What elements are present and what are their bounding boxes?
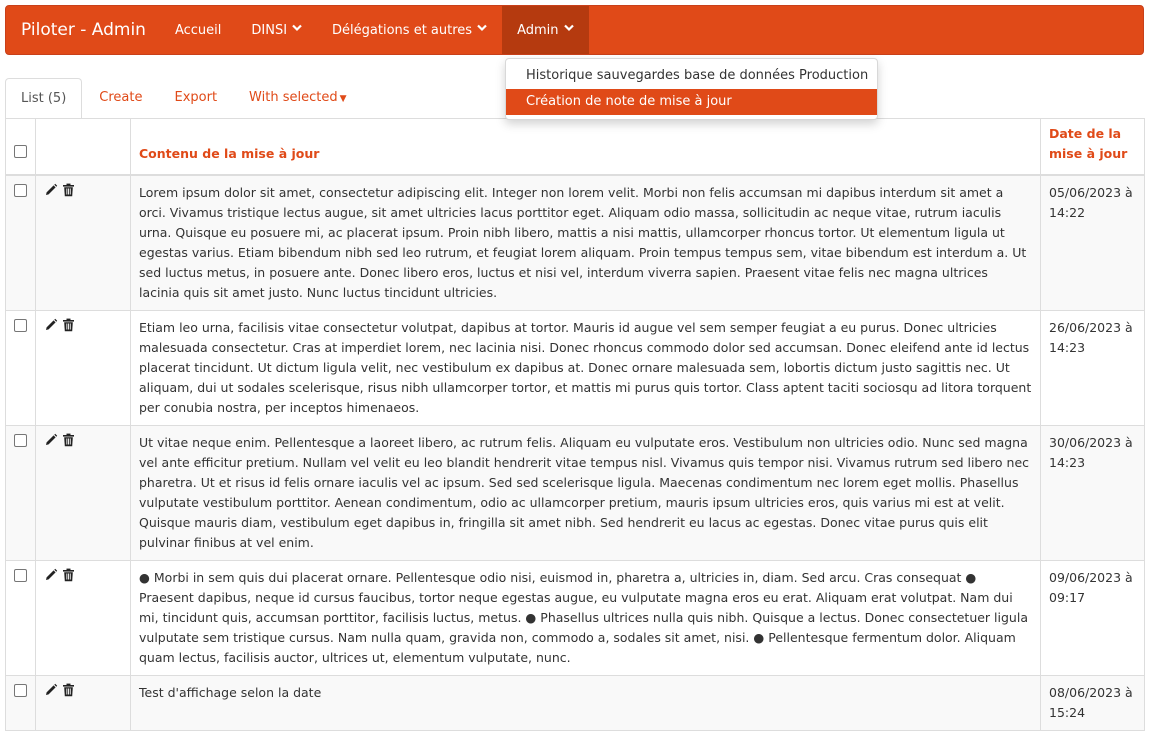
row-date-time: 14:23 bbox=[1049, 339, 1086, 355]
table-row: Lorem ipsum dolor sit amet, consectetur … bbox=[5, 174, 1145, 311]
row-select-cell bbox=[5, 674, 36, 731]
row-content: Etiam leo urna, facilisis vitae consecte… bbox=[130, 309, 1041, 426]
pencil-icon[interactable] bbox=[44, 683, 58, 703]
row-content: Lorem ipsum dolor sit amet, consectetur … bbox=[130, 174, 1041, 311]
row-date-day: 09/06/2023 à bbox=[1049, 569, 1133, 585]
menu-item-historique-sauvegardes[interactable]: Historique sauvegardes base de données P… bbox=[506, 63, 877, 89]
nav-dinsi[interactable]: DINSI bbox=[236, 6, 317, 54]
pencil-icon[interactable] bbox=[44, 433, 58, 453]
select-all-cell bbox=[5, 118, 36, 176]
row-date-day: 26/06/2023 à bbox=[1049, 319, 1133, 335]
row-actions bbox=[35, 559, 131, 676]
tab-export[interactable]: Export bbox=[159, 78, 232, 118]
tab-with-selected[interactable]: With selected ▼ bbox=[234, 78, 361, 118]
menu-item-creation-note[interactable]: Création de note de mise à jour bbox=[506, 89, 877, 115]
pencil-icon[interactable] bbox=[44, 568, 58, 588]
nav-accueil[interactable]: Accueil bbox=[160, 6, 236, 54]
nav-delegations-label: Délégations et autres bbox=[332, 22, 473, 38]
row-date-day: 30/06/2023 à bbox=[1049, 434, 1133, 450]
table-header-row: Contenu de la mise à jour Date de la mis… bbox=[5, 118, 1145, 176]
chevron-down-icon bbox=[563, 24, 574, 35]
table-row: Ut vitae neque enim. Pellentesque a laor… bbox=[5, 424, 1145, 561]
date-header-line2: mise à jour bbox=[1049, 145, 1128, 161]
table-row: ● Morbi in sem quis dui placerat ornare.… bbox=[5, 559, 1145, 676]
nav-dinsi-label: DINSI bbox=[251, 22, 288, 38]
pencil-icon[interactable] bbox=[44, 183, 58, 203]
trash-icon[interactable] bbox=[62, 433, 75, 453]
nav-accueil-label: Accueil bbox=[174, 22, 222, 38]
actions-header bbox=[35, 118, 131, 176]
admin-dropdown-menu: Historique sauvegardes base de données P… bbox=[505, 58, 878, 120]
select-all-checkbox[interactable] bbox=[14, 144, 27, 158]
row-actions bbox=[35, 174, 131, 311]
row-content: Test d'affichage selon la date bbox=[130, 674, 1041, 731]
row-select-cell bbox=[5, 424, 36, 561]
row-checkbox[interactable] bbox=[14, 683, 27, 697]
row-date-time: 09:17 bbox=[1049, 589, 1086, 605]
row-date-day: 08/06/2023 à bbox=[1049, 684, 1133, 700]
pencil-icon[interactable] bbox=[44, 318, 58, 338]
trash-icon[interactable] bbox=[62, 683, 75, 703]
row-actions bbox=[35, 424, 131, 561]
tab-create[interactable]: Create bbox=[84, 78, 157, 118]
trash-icon[interactable] bbox=[62, 183, 75, 203]
nav-admin[interactable]: Admin bbox=[502, 6, 589, 54]
row-checkbox[interactable] bbox=[14, 183, 27, 197]
row-date-time: 14:23 bbox=[1049, 454, 1086, 470]
row-date: 30/06/2023 à 14:23 bbox=[1040, 424, 1145, 561]
row-content: ● Morbi in sem quis dui placerat ornare.… bbox=[130, 559, 1041, 676]
chevron-down-icon bbox=[477, 24, 487, 35]
row-checkbox[interactable] bbox=[14, 568, 27, 582]
nav-delegations[interactable]: Délégations et autres bbox=[317, 6, 502, 54]
row-date-day: 05/06/2023 à bbox=[1049, 184, 1133, 200]
brand-title[interactable]: Piloter - Admin bbox=[6, 6, 160, 54]
table-row: Test d'affichage selon la date 08/06/202… bbox=[5, 674, 1145, 731]
row-checkbox[interactable] bbox=[14, 318, 27, 332]
updates-table: Contenu de la mise à jour Date de la mis… bbox=[5, 118, 1145, 731]
nav-admin-label: Admin bbox=[517, 22, 559, 38]
row-date: 26/06/2023 à 14:23 bbox=[1040, 309, 1145, 426]
tab-with-selected-label: With selected bbox=[249, 90, 338, 105]
table-row: Etiam leo urna, facilisis vitae consecte… bbox=[5, 309, 1145, 426]
top-navbar: Piloter - Admin Accueil DINSI Délégation… bbox=[5, 5, 1144, 55]
row-date-time: 14:22 bbox=[1049, 204, 1086, 220]
row-date: 05/06/2023 à 14:22 bbox=[1040, 174, 1145, 311]
row-select-cell bbox=[5, 174, 36, 311]
row-date: 09/06/2023 à 09:17 bbox=[1040, 559, 1145, 676]
row-select-cell bbox=[5, 309, 36, 426]
content-header[interactable]: Contenu de la mise à jour bbox=[130, 118, 1041, 176]
row-date: 08/06/2023 à 15:24 bbox=[1040, 674, 1145, 731]
row-actions bbox=[35, 309, 131, 426]
date-header[interactable]: Date de la mise à jour bbox=[1040, 118, 1145, 176]
chevron-down-icon bbox=[292, 24, 302, 35]
caret-down-icon: ▼ bbox=[339, 94, 347, 104]
row-content: Ut vitae neque enim. Pellentesque a laor… bbox=[130, 424, 1041, 561]
row-checkbox[interactable] bbox=[14, 433, 27, 447]
trash-icon[interactable] bbox=[62, 568, 75, 588]
date-header-line1: Date de la bbox=[1049, 125, 1122, 141]
row-date-time: 15:24 bbox=[1049, 704, 1086, 720]
row-actions bbox=[35, 674, 131, 731]
trash-icon[interactable] bbox=[62, 318, 75, 338]
tab-list[interactable]: List (5) bbox=[5, 78, 83, 119]
row-select-cell bbox=[5, 559, 36, 676]
